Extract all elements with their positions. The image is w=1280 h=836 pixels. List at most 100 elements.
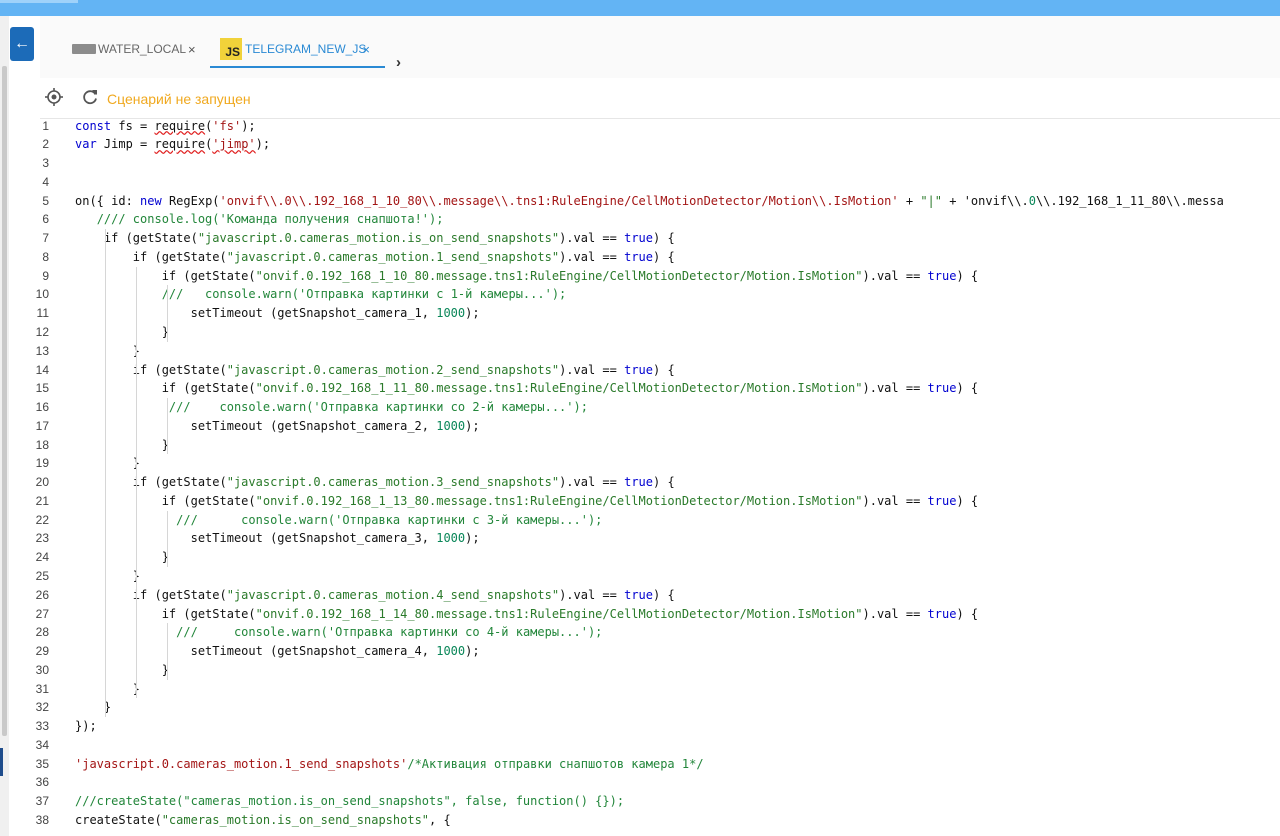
code-editor[interactable]: 1 const fs = require('fs'); 2 var Jimp = re…: [9, 118, 1280, 836]
code-text: /// console.warn('Отправка картинки с 3-…: [176, 512, 603, 527]
code-line[interactable]: 13 }: [9, 342, 1280, 361]
line-number: 36: [35, 775, 49, 790]
code-text: var Jimp = require('jimp');: [75, 137, 271, 152]
code-line[interactable]: 5 on({ id: new RegExp('onvif\\.0\\.192_16…: [9, 192, 1280, 211]
code-line[interactable]: 35 'javascript.0.cameras_motion.1_send_sn…: [9, 755, 1280, 774]
code-text: }: [75, 456, 141, 471]
code-text: }: [75, 568, 141, 583]
code-line[interactable]: 19 }: [9, 454, 1280, 473]
code-text: if (getState("javascript.0.cameras_motio…: [75, 362, 675, 377]
line-number: 34: [35, 737, 49, 752]
script-status-text: Сценарий не запущен: [107, 91, 251, 107]
code-text: }: [75, 681, 141, 696]
line-number: 15: [35, 381, 49, 396]
line-number: 14: [35, 362, 49, 377]
line-number: 22: [35, 512, 49, 527]
script-toolbar: Сценарий не запущен: [40, 80, 1280, 119]
indent-guide: [167, 623, 168, 680]
code-line[interactable]: 23 setTimeout (getSnapshot_camera_3, 100…: [9, 529, 1280, 548]
code-line[interactable]: 34: [9, 736, 1280, 755]
line-number: 3: [42, 156, 49, 171]
code-text: });: [75, 719, 97, 734]
line-number: 12: [35, 324, 49, 339]
left-marker: [0, 748, 3, 776]
code-line[interactable]: 36: [9, 773, 1280, 792]
code-line[interactable]: 25 }: [9, 567, 1280, 586]
code-line[interactable]: 38 createState("cameras_motion.is_on_send…: [9, 811, 1280, 830]
line-number: 13: [35, 343, 49, 358]
close-icon[interactable]: ×: [362, 42, 370, 57]
locate-icon[interactable]: [45, 88, 63, 106]
line-number: 16: [35, 400, 49, 415]
code-line[interactable]: 21 if (getState("onvif.0.192_168_1_13_80…: [9, 492, 1280, 511]
code-text: }: [75, 343, 141, 358]
left-scroll-strip[interactable]: [0, 16, 9, 836]
line-number: 26: [35, 587, 49, 602]
code-text: if (getState("javascript.0.cameras_motio…: [75, 249, 675, 264]
tab-label: WATER_LOCAL: [98, 42, 187, 56]
code-line[interactable]: 2 var Jimp = require('jimp');: [9, 135, 1280, 154]
code-line[interactable]: 11 setTimeout (getSnapshot_camera_1, 100…: [9, 304, 1280, 323]
code-line[interactable]: 4: [9, 173, 1280, 192]
code-line[interactable]: 31 }: [9, 680, 1280, 699]
line-number: 25: [35, 568, 49, 583]
code-line[interactable]: 30 }: [9, 661, 1280, 680]
code-line[interactable]: 8 if (getState("javascript.0.cameras_mot…: [9, 248, 1280, 267]
chevron-right-icon[interactable]: ›: [396, 54, 401, 71]
code-text: //// console.log('Команда получения снап…: [96, 212, 444, 227]
code-text: if (getState("onvif.0.192_168_1_10_80.me…: [75, 268, 979, 283]
line-number: 33: [35, 719, 49, 734]
code-text: if (getState("javascript.0.cameras_motio…: [75, 475, 675, 490]
code-line[interactable]: 22 /// console.warn('Отправка картинки с…: [9, 511, 1280, 530]
code-text: /// console.warn('Отправка картинки со 2…: [168, 400, 588, 415]
indent-guide: [136, 266, 137, 699]
close-icon[interactable]: ×: [188, 42, 196, 57]
indent-guide: [167, 285, 168, 342]
code-line[interactable]: 9 if (getState("onvif.0.192_168_1_10_80.…: [9, 267, 1280, 286]
code-line[interactable]: 17 setTimeout (getSnapshot_camera_2, 100…: [9, 417, 1280, 436]
line-number: 7: [42, 231, 49, 246]
line-number: 8: [42, 249, 49, 264]
line-number: 35: [35, 756, 49, 771]
code-line[interactable]: 1 const fs = require('fs');: [9, 118, 1280, 135]
code-line[interactable]: 15 if (getState("onvif.0.192_168_1_11_80…: [9, 379, 1280, 398]
code-text: if (getState("javascript.0.cameras_motio…: [75, 231, 675, 246]
line-number: 5: [42, 193, 49, 208]
back-button[interactable]: ←: [10, 27, 34, 61]
top-bar-highlight: [0, 0, 78, 3]
code-line[interactable]: 10 /// console.warn('Отправка картинки с…: [9, 285, 1280, 304]
code-line[interactable]: 3: [9, 154, 1280, 173]
line-number: 20: [35, 475, 49, 490]
code-line[interactable]: 27 if (getState("onvif.0.192_168_1_14_80…: [9, 605, 1280, 624]
code-line[interactable]: 29 setTimeout (getSnapshot_camera_4, 100…: [9, 642, 1280, 661]
code-line[interactable]: 6 //// console.log('Команда получения сн…: [9, 210, 1280, 229]
code-line[interactable]: 28 /// console.warn('Отправка картинки с…: [9, 623, 1280, 642]
code-text: }: [75, 662, 169, 677]
code-line[interactable]: 14 if (getState("javascript.0.cameras_mo…: [9, 361, 1280, 380]
indent-guide: [167, 510, 168, 567]
code-line[interactable]: 16 /// console.warn('Отправка картинки с…: [9, 398, 1280, 417]
code-line[interactable]: 37 ///createState("cameras_motion.is_on_s…: [9, 792, 1280, 811]
code-line[interactable]: 32 }: [9, 698, 1280, 717]
code-line[interactable]: 7 if (getState("javascript.0.cameras_mot…: [9, 229, 1280, 248]
code-text: const fs = require('fs');: [75, 118, 256, 133]
line-number: 10: [35, 287, 49, 302]
line-number: 37: [35, 794, 49, 809]
code-line[interactable]: 12 }: [9, 323, 1280, 342]
line-number: 38: [35, 812, 49, 827]
code-line[interactable]: 18 }: [9, 436, 1280, 455]
code-line[interactable]: 26 if (getState("javascript.0.cameras_mo…: [9, 586, 1280, 605]
code-line[interactable]: 20 if (getState("javascript.0.cameras_mo…: [9, 473, 1280, 492]
scrollbar-thumb[interactable]: [2, 66, 7, 736]
tab-telegram-new-js[interactable]: JS TELEGRAM_NEW_JS ×: [220, 34, 370, 64]
code-line[interactable]: 33});: [9, 717, 1280, 736]
line-number: 30: [35, 662, 49, 677]
code-text: if (getState("onvif.0.192_168_1_14_80.me…: [75, 606, 979, 621]
js-file-icon: JS: [220, 38, 242, 60]
line-number: 1: [42, 118, 49, 133]
code-text: }: [75, 324, 169, 339]
code-line[interactable]: 24 }: [9, 548, 1280, 567]
tab-water-local[interactable]: WATER_LOCAL ×: [72, 34, 196, 64]
reload-icon[interactable]: [81, 88, 99, 106]
line-number: 24: [35, 550, 49, 565]
